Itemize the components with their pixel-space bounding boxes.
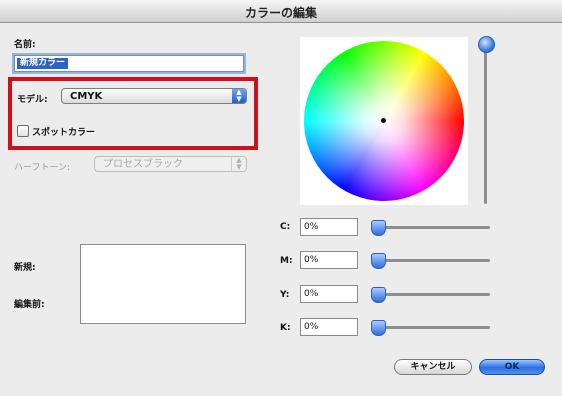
name-input[interactable]: 新規カラー	[14, 55, 244, 72]
new-color-label: 新規:	[14, 263, 36, 273]
slider-knob-icon[interactable]	[478, 36, 495, 53]
cyan-field[interactable]: 0%	[300, 218, 358, 236]
name-input-value: 新規カラー	[17, 58, 69, 69]
cyan-slider-track[interactable]	[372, 226, 490, 229]
updown-arrows-icon: ▲ ▼	[231, 157, 246, 171]
model-popup-value: CMYK	[70, 91, 103, 102]
magenta-slider-track[interactable]	[372, 259, 490, 262]
black-field[interactable]: 0%	[300, 318, 358, 336]
magenta-field[interactable]: 0%	[300, 251, 358, 269]
black-slider-knob[interactable]	[371, 320, 386, 336]
spot-color-checkbox[interactable]	[17, 125, 29, 137]
model-popup[interactable]: CMYK ▲ ▼	[61, 88, 247, 104]
magenta-label: M:	[280, 256, 293, 266]
before-color-label: 編集前:	[14, 300, 45, 310]
yellow-slider-knob[interactable]	[371, 287, 386, 303]
window-title: カラーの編集	[244, 6, 317, 20]
black-label: K:	[280, 323, 291, 333]
name-label: 名前:	[14, 40, 36, 50]
cyan-label: C:	[280, 222, 291, 232]
yellow-slider-track[interactable]	[372, 293, 490, 296]
black-slider-track[interactable]	[372, 326, 490, 329]
brightness-slider-track[interactable]	[484, 46, 487, 204]
updown-arrows-icon: ▲ ▼	[232, 89, 246, 103]
title-bar: カラーの編集	[0, 0, 562, 23]
spot-color-label: スポットカラー	[32, 128, 96, 138]
yellow-field[interactable]: 0%	[300, 285, 358, 303]
color-wheel-cursor[interactable]	[381, 118, 386, 123]
ok-button[interactable]: OK	[479, 359, 545, 375]
halftone-popup-value: プロセスブラック	[103, 159, 183, 170]
halftone-popup[interactable]: プロセスブラック ▲ ▼	[94, 156, 247, 172]
halftone-label: ハーフトーン:	[14, 163, 71, 173]
model-label: モデル:	[17, 95, 48, 105]
cancel-button[interactable]: キャンセル	[394, 359, 472, 375]
color-swatch	[80, 244, 246, 324]
cyan-slider-knob[interactable]	[371, 220, 386, 236]
yellow-label: Y:	[280, 290, 290, 300]
magenta-slider-knob[interactable]	[371, 253, 386, 269]
